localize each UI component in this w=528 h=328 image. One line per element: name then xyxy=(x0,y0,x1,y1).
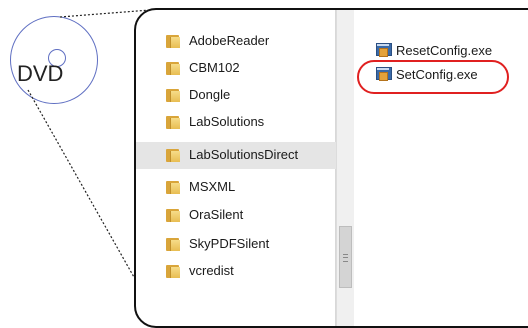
folder-label: OraSilent xyxy=(189,207,244,222)
setconfig-highlight-ring xyxy=(357,60,509,94)
folder-icon xyxy=(166,265,180,278)
folder-row-vcredist[interactable]: vcredist xyxy=(136,258,336,285)
folder-label: LabSolutions xyxy=(189,114,265,129)
folder-row-dongle[interactable]: Dongle xyxy=(136,82,336,109)
folder-label: vcredist xyxy=(189,263,234,278)
folder-icon xyxy=(166,181,180,194)
file-item-resetconfig[interactable]: ResetConfig.exe xyxy=(376,40,492,60)
folder-icon xyxy=(166,35,180,48)
folder-row-adobereader[interactable]: AdobeReader xyxy=(136,28,336,55)
folder-icon xyxy=(166,149,180,162)
folder-icon xyxy=(166,238,180,251)
folder-row-cbm102[interactable]: CBM102 xyxy=(136,55,336,82)
folder-label: Dongle xyxy=(189,87,231,102)
folder-label: SkyPDFSilent xyxy=(189,236,270,251)
explorer-window: AdobeReader CBM102 Dongle LabSolutions L… xyxy=(134,8,528,328)
connector-line-bottom xyxy=(27,89,140,287)
folder-pane-scrollbar[interactable] xyxy=(336,10,354,326)
folder-label: CBM102 xyxy=(189,60,240,75)
folder-icon xyxy=(166,116,180,129)
folder-row-msxml[interactable]: MSXML xyxy=(136,174,336,201)
folder-row-labsolutionsdirect[interactable]: LabSolutionsDirect xyxy=(136,142,336,169)
folder-row-orasilent[interactable]: OraSilent xyxy=(136,202,336,229)
grip-icon xyxy=(343,254,348,262)
folder-icon xyxy=(166,209,180,222)
folder-row-skypdfsilent[interactable]: SkyPDFSilent xyxy=(136,231,336,258)
scrollbar-thumb[interactable] xyxy=(339,226,352,288)
folder-label: AdobeReader xyxy=(189,33,270,48)
folder-label: MSXML xyxy=(189,179,236,194)
folder-icon xyxy=(166,62,180,75)
folder-icon xyxy=(166,89,180,102)
folder-label: LabSolutionsDirect xyxy=(189,147,299,162)
folder-tree-pane: AdobeReader CBM102 Dongle LabSolutions L… xyxy=(136,10,336,326)
file-label: ResetConfig.exe xyxy=(396,42,493,58)
exe-file-icon xyxy=(376,43,392,57)
folder-row-labsolutions[interactable]: LabSolutions xyxy=(136,109,336,136)
